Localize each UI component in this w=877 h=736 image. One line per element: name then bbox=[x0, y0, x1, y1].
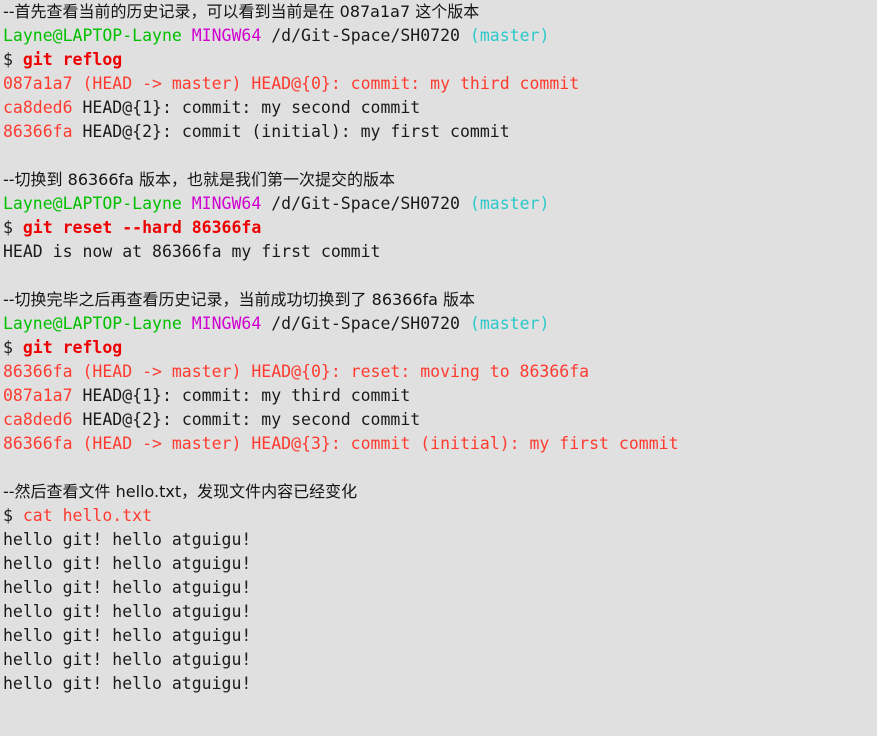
prompt-user-host: Layne@LAPTOP-Layne bbox=[3, 314, 182, 333]
output-line-highlighted: 86366fa (HEAD -> master) HEAD@{3}: commi… bbox=[0, 432, 877, 456]
output-line: hello git! hello atguigu! bbox=[0, 648, 877, 672]
prompt-line: Layne@LAPTOP-Layne MINGW64 /d/Git-Space/… bbox=[0, 192, 877, 216]
output-line-commit: ca8ded6 HEAD@{1}: commit: my second comm… bbox=[0, 96, 877, 120]
output-line: HEAD is now at 86366fa my first commit bbox=[0, 240, 877, 264]
command-line[interactable]: $ cat hello.txt bbox=[0, 504, 877, 528]
prompt-shell-name: MINGW64 bbox=[191, 194, 262, 213]
comment-line: --首先查看当前的历史记录，可以看到当前是在 087a1a7 这个版本 bbox=[0, 0, 877, 24]
prompt-symbol: $ bbox=[3, 218, 13, 237]
prompt-line: Layne@LAPTOP-Layne MINGW64 /d/Git-Space/… bbox=[0, 24, 877, 48]
output-line-commit: ca8ded6 HEAD@{2}: commit: my second comm… bbox=[0, 408, 877, 432]
comment-text: --首先查看当前的历史记录，可以看到当前是在 087a1a7 这个版本 bbox=[3, 2, 480, 21]
prompt-path: /d/Git-Space/SH0720 bbox=[271, 194, 460, 213]
commit-hash: 86366fa bbox=[3, 122, 73, 141]
command-text[interactable]: git reflog bbox=[23, 50, 122, 69]
output-line: hello git! hello atguigu! bbox=[0, 672, 877, 696]
prompt-user-host: Layne@LAPTOP-Layne bbox=[3, 26, 182, 45]
comment-text: --切换完毕之后再查看历史记录，当前成功切换到了 86366fa 版本 bbox=[3, 290, 476, 309]
prompt-symbol: $ bbox=[3, 506, 13, 525]
commit-hash: 087a1a7 bbox=[3, 386, 73, 405]
output-text: 86366fa (HEAD -> master) HEAD@{3}: commi… bbox=[3, 434, 679, 453]
commit-hash: ca8ded6 bbox=[3, 98, 73, 117]
command-text[interactable]: git reflog bbox=[23, 338, 122, 357]
prompt-symbol: $ bbox=[3, 338, 13, 357]
prompt-shell-name: MINGW64 bbox=[191, 26, 262, 45]
output-text: HEAD@{2}: commit: my second commit bbox=[72, 410, 421, 429]
output-text: hello git! hello atguigu! bbox=[3, 554, 252, 573]
prompt-branch: (master) bbox=[469, 314, 550, 333]
prompt-branch: (master) bbox=[469, 26, 550, 45]
output-text: hello git! hello atguigu! bbox=[3, 530, 252, 549]
command-line[interactable]: $ git reflog bbox=[0, 48, 877, 72]
comment-line: --切换完毕之后再查看历史记录，当前成功切换到了 86366fa 版本 bbox=[0, 288, 877, 312]
output-line: hello git! hello atguigu! bbox=[0, 600, 877, 624]
output-line: hello git! hello atguigu! bbox=[0, 624, 877, 648]
terminal-window[interactable]: --首先查看当前的历史记录，可以看到当前是在 087a1a7 这个版本 Layne… bbox=[0, 0, 877, 736]
comment-line: --然后查看文件 hello.txt，发现文件内容已经变化 bbox=[0, 480, 877, 504]
output-text: HEAD@{1}: commit: my third commit bbox=[72, 386, 411, 405]
comment-line: --切换到 86366fa 版本，也就是我们第一次提交的版本 bbox=[0, 168, 877, 192]
output-text: hello git! hello atguigu! bbox=[3, 674, 252, 693]
output-text: hello git! hello atguigu! bbox=[3, 650, 252, 669]
command-line[interactable]: $ git reflog bbox=[0, 336, 877, 360]
prompt-shell-name: MINGW64 bbox=[191, 314, 262, 333]
output-text: hello git! hello atguigu! bbox=[3, 626, 252, 645]
comment-text: --切换到 86366fa 版本，也就是我们第一次提交的版本 bbox=[3, 170, 396, 189]
output-line: hello git! hello atguigu! bbox=[0, 552, 877, 576]
output-text: HEAD@{1}: commit: my second commit bbox=[72, 98, 421, 117]
prompt-line: Layne@LAPTOP-Layne MINGW64 /d/Git-Space/… bbox=[0, 312, 877, 336]
output-text: HEAD is now at 86366fa my first commit bbox=[3, 242, 381, 261]
prompt-branch: (master) bbox=[469, 194, 550, 213]
output-line: hello git! hello atguigu! bbox=[0, 528, 877, 552]
command-text[interactable]: git reset --hard 86366fa bbox=[23, 218, 261, 237]
output-text: 087a1a7 (HEAD -> master) HEAD@{0}: commi… bbox=[3, 74, 580, 93]
prompt-path: /d/Git-Space/SH0720 bbox=[271, 314, 460, 333]
output-line-highlighted: 86366fa (HEAD -> master) HEAD@{0}: reset… bbox=[0, 360, 877, 384]
prompt-path: /d/Git-Space/SH0720 bbox=[271, 26, 460, 45]
commit-hash: ca8ded6 bbox=[3, 410, 73, 429]
prompt-symbol: $ bbox=[3, 50, 13, 69]
output-text: HEAD@{2}: commit (initial): my first com… bbox=[72, 122, 510, 141]
output-line-commit: 86366fa HEAD@{2}: commit (initial): my f… bbox=[0, 120, 877, 144]
comment-text: --然后查看文件 hello.txt，发现文件内容已经变化 bbox=[3, 482, 358, 501]
output-text: hello git! hello atguigu! bbox=[3, 602, 252, 621]
output-text: 86366fa (HEAD -> master) HEAD@{0}: reset… bbox=[3, 362, 590, 381]
output-line-highlighted: 087a1a7 (HEAD -> master) HEAD@{0}: commi… bbox=[0, 72, 877, 96]
output-text: hello git! hello atguigu! bbox=[3, 578, 252, 597]
output-line-commit: 087a1a7 HEAD@{1}: commit: my third commi… bbox=[0, 384, 877, 408]
command-line[interactable]: $ git reset --hard 86366fa bbox=[0, 216, 877, 240]
output-line: hello git! hello atguigu! bbox=[0, 576, 877, 600]
prompt-user-host: Layne@LAPTOP-Layne bbox=[3, 194, 182, 213]
command-text[interactable]: cat hello.txt bbox=[23, 506, 152, 525]
